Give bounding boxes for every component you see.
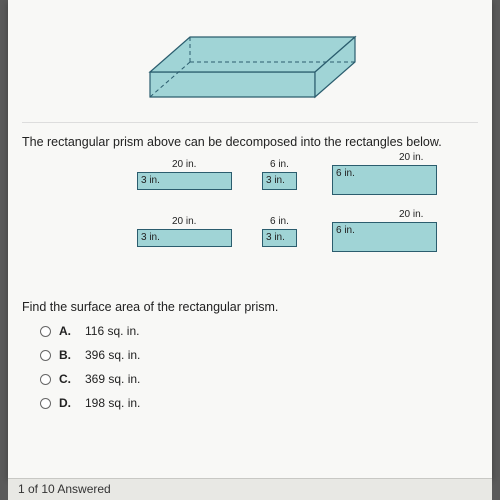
choice-text: 116 sq. in. — [85, 324, 139, 338]
choice-d[interactable]: D. 198 sq. in. — [40, 396, 478, 410]
rect-6-height: 6 in. — [336, 225, 355, 236]
rect-6: 6 in. — [332, 222, 437, 252]
choice-text: 369 sq. in. — [85, 372, 140, 386]
prism-figure — [22, 8, 478, 123]
rect-4: 3 in. — [137, 229, 232, 247]
rect-1: 3 in. — [137, 172, 232, 190]
progress-footer: 1 of 10 Answered — [8, 478, 492, 500]
radio-icon[interactable] — [40, 350, 51, 361]
choice-letter: A. — [59, 324, 73, 338]
progress-text: 1 of 10 Answered — [18, 482, 111, 496]
choice-letter: D. — [59, 396, 73, 410]
rect-2: 3 in. — [262, 172, 297, 190]
rect-6-width: 20 in. — [399, 209, 423, 220]
rect-2-height: 3 in. — [266, 175, 285, 186]
choice-b[interactable]: B. 396 sq. in. — [40, 348, 478, 362]
choice-text: 198 sq. in. — [85, 396, 140, 410]
prism-svg — [130, 12, 370, 112]
rect-5-width: 6 in. — [270, 216, 289, 227]
rect-1-height: 3 in. — [141, 175, 160, 186]
radio-icon[interactable] — [40, 398, 51, 409]
rect-1-width: 20 in. — [172, 159, 196, 170]
choice-letter: B. — [59, 348, 73, 362]
choice-a[interactable]: A. 116 sq. in. — [40, 324, 478, 338]
question-text: Find the surface area of the rectangular… — [22, 300, 478, 314]
radio-icon[interactable] — [40, 326, 51, 337]
decomposed-rectangles: 3 in. 20 in. 3 in. 6 in. 6 in. 20 in. 3 … — [22, 157, 478, 282]
choice-letter: C. — [59, 372, 73, 386]
rect-3-width: 20 in. — [399, 152, 423, 163]
intro-text: The rectangular prism above can be decom… — [22, 135, 478, 149]
rect-5-height: 3 in. — [266, 232, 285, 243]
choice-c[interactable]: C. 369 sq. in. — [40, 372, 478, 386]
rect-2-width: 6 in. — [270, 159, 289, 170]
rect-3: 6 in. — [332, 165, 437, 195]
prism-front-face — [150, 72, 315, 97]
rect-3-height: 6 in. — [336, 168, 355, 179]
page-content: The rectangular prism above can be decom… — [8, 0, 492, 478]
rect-4-width: 20 in. — [172, 216, 196, 227]
rect-4-height: 3 in. — [141, 232, 160, 243]
radio-icon[interactable] — [40, 374, 51, 385]
rect-5: 3 in. — [262, 229, 297, 247]
choice-text: 396 sq. in. — [85, 348, 140, 362]
answer-choices: A. 116 sq. in. B. 396 sq. in. C. 369 sq.… — [40, 324, 478, 410]
